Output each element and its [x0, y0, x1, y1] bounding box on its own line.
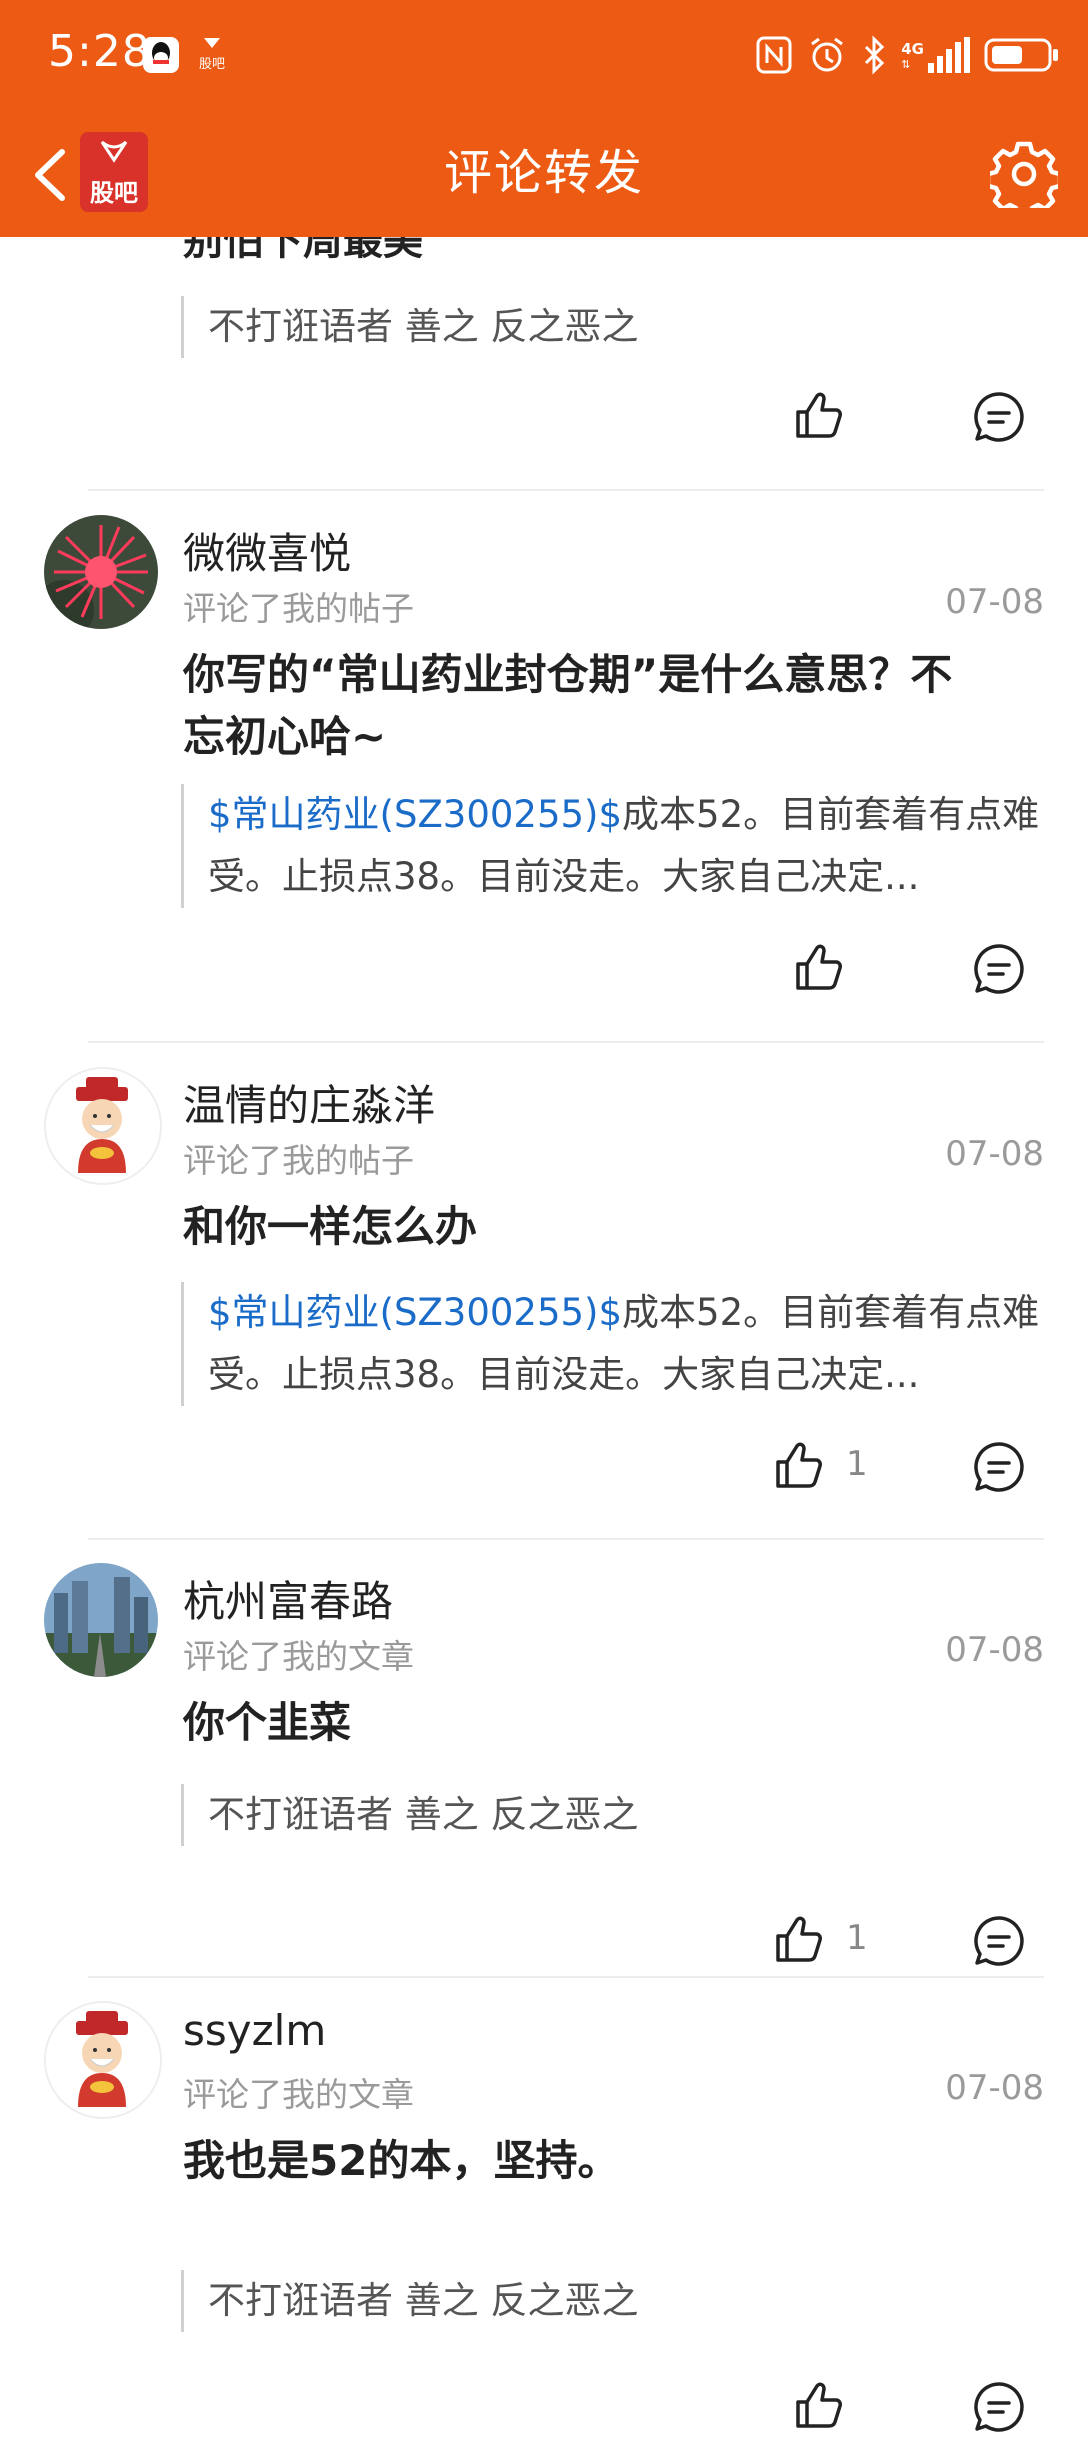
username[interactable]: 微微喜悦	[183, 520, 351, 581]
comment-icon[interactable]	[972, 1914, 1026, 1968]
network-type: 4G	[901, 40, 924, 58]
signal-bars-icon	[928, 37, 970, 73]
guba-notification-icon: 股吧	[199, 38, 225, 72]
action-description: 评论了我的帖子	[183, 589, 414, 628]
comment-icon[interactable]	[972, 942, 1026, 996]
timestamp: 07-08	[945, 1134, 1044, 1174]
thumbs-up-icon[interactable]	[772, 1912, 828, 1968]
stock-tag[interactable]: $常山药业(SZ300255)$	[208, 793, 622, 836]
status-bar: 5:28 股吧 4G ⇅	[0, 0, 1088, 110]
avatar[interactable]	[44, 2001, 162, 2119]
quoted-post[interactable]: $常山药业(SZ300255)$成本52。目前套着有点难受。止损点38。目前没走…	[181, 1282, 1068, 1406]
action-row	[0, 376, 1088, 456]
avatar[interactable]	[44, 1067, 162, 1185]
alarm-icon	[811, 37, 844, 72]
comment-text: 我也是52的本，坚持。	[183, 2136, 620, 2185]
divider	[88, 1976, 1044, 1978]
cellular-signal: 4G ⇅	[901, 37, 970, 73]
app-header: 5:28 股吧 4G ⇅ 评论转发 股吧	[0, 0, 1088, 237]
action-description: 评论了我的文章	[183, 2075, 414, 2114]
logo-mark-icon	[100, 140, 128, 163]
clock: 5:28	[48, 26, 151, 77]
quoted-post[interactable]: 不打诳语者 善之 反之恶之	[181, 1784, 1068, 1846]
page-title: 评论转发	[443, 145, 644, 201]
avatar[interactable]	[44, 1563, 158, 1677]
username[interactable]: 温情的庄淼洋	[183, 1072, 435, 1133]
gear-icon[interactable]	[990, 140, 1058, 208]
action-row	[0, 928, 1088, 1008]
like-count: 1	[846, 1918, 868, 1958]
quoted-post[interactable]: 不打诳语者 善之 反之恶之	[181, 296, 1068, 358]
quoted-post-text: 不打诳语者 善之 反之恶之	[208, 305, 639, 348]
comment-text: 你个韭菜	[183, 1698, 352, 1747]
timestamp: 07-08	[945, 1630, 1044, 1670]
username[interactable]: 杭州富春路	[183, 1568, 393, 1629]
thumbs-up-icon[interactable]	[772, 1438, 828, 1494]
action-row: 1	[0, 1900, 1088, 1980]
thumbs-up-icon[interactable]	[792, 940, 848, 996]
action-row: 1	[0, 1426, 1088, 1506]
comment-text: 你写的“常山药业封仓期”是什么意思？不忘初心哈~	[183, 650, 953, 761]
quoted-post[interactable]: 不打诳语者 善之 反之恶之	[181, 2270, 1068, 2332]
action-row	[0, 2366, 1088, 2446]
logo-text: 股吧	[90, 179, 138, 207]
divider	[88, 489, 1044, 491]
nav-bar: 评论转发 股吧	[0, 110, 1088, 237]
comment-icon[interactable]	[972, 1440, 1026, 1494]
quoted-post-text: 不打诳语者 善之 反之恶之	[208, 2279, 639, 2322]
divider	[88, 1041, 1044, 1043]
qq-notification-icon	[143, 37, 179, 73]
status-icons: 4G ⇅	[755, 28, 1060, 82]
username[interactable]: ssyzlm	[183, 2006, 326, 2055]
timestamp: 07-08	[945, 582, 1044, 622]
nfc-icon	[756, 36, 792, 74]
divider	[88, 1538, 1044, 1540]
stock-tag[interactable]: $常山药业(SZ300255)$	[208, 1291, 622, 1334]
comment-text: 和你一样怎么办	[183, 1202, 478, 1251]
quoted-post[interactable]: $常山药业(SZ300255)$成本52。目前套着有点难受。止损点38。目前没走…	[181, 784, 1068, 908]
action-description: 评论了我的文章	[183, 1637, 414, 1676]
svg-text:股吧: 股吧	[199, 57, 225, 72]
thumbs-up-icon[interactable]	[792, 2378, 848, 2434]
avatar[interactable]	[44, 515, 158, 629]
like-count: 1	[846, 1444, 868, 1484]
thumbs-up-icon[interactable]	[792, 388, 848, 444]
comment-icon[interactable]	[972, 390, 1026, 444]
guba-logo: 股吧	[80, 132, 148, 212]
action-description: 评论了我的帖子	[183, 1141, 414, 1180]
battery-icon	[984, 38, 1058, 72]
quoted-post-text: 不打诳语者 善之 反之恶之	[208, 1793, 639, 1836]
timestamp: 07-08	[945, 2068, 1044, 2108]
back-arrow-icon[interactable]	[22, 140, 82, 210]
bluetooth-icon	[865, 35, 885, 75]
comment-icon[interactable]	[972, 2380, 1026, 2434]
